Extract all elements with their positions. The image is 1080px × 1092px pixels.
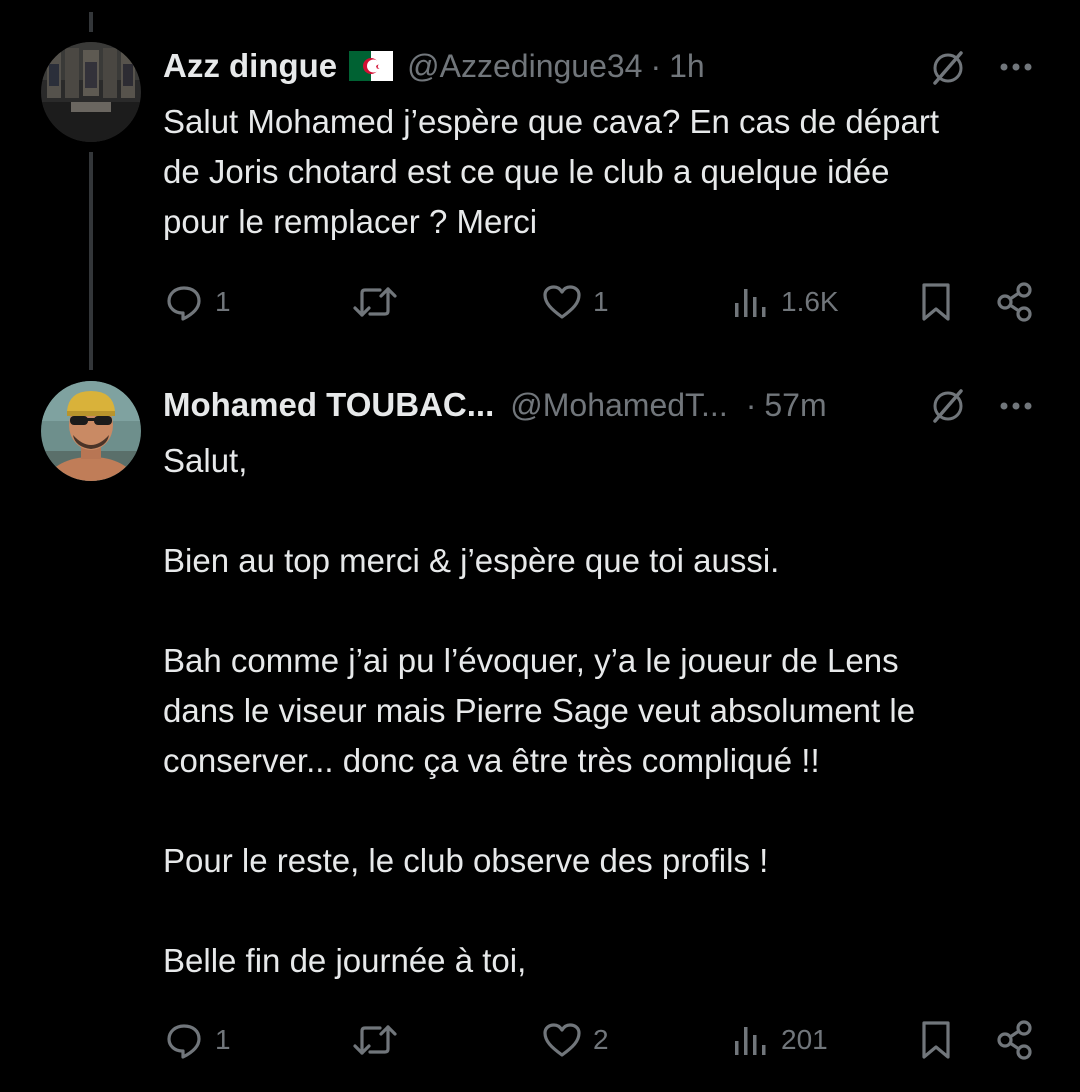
tweet-header: Azz dingue @Azzedingue34 · 1h [163,42,705,90]
handle[interactable]: @Azzedingue34 [407,48,642,85]
reply-button[interactable]: 1 [163,1018,231,1062]
reply-count: 1 [215,286,231,317]
views-button[interactable]: 1.6K [731,280,839,324]
timestamp[interactable]: 1h [669,48,705,85]
thread-line [89,152,93,370]
tweet-header: Mohamed TOUBAC... @MohamedT... · 57m [163,381,827,429]
bookmark-icon [916,1018,956,1062]
heart-icon [541,1019,583,1061]
handle[interactable]: @MohamedT... [510,387,727,424]
bookmark-button[interactable] [916,1018,956,1062]
like-count: 1 [593,286,609,317]
like-count: 2 [593,1024,609,1055]
views-count: 201 [781,1024,828,1055]
bookmark-button[interactable] [916,280,956,324]
locker-room-avatar [41,42,141,142]
retweet-button[interactable] [352,1018,408,1062]
like-button[interactable]: 2 [541,1018,609,1062]
grok-icon[interactable] [928,48,968,88]
views-count: 1.6K [781,286,839,317]
separator: · [745,386,757,423]
share-button[interactable] [994,280,1036,324]
retweet-icon [352,281,398,323]
person-with-cap-avatar [41,381,141,481]
retweet-button[interactable] [352,280,408,324]
thread-line-top [89,12,93,32]
reply-button[interactable]: 1 [163,280,231,324]
tweet-text: Salut, Bien au top merci & j’espère que … [163,442,916,979]
display-name[interactable]: Mohamed TOUBAC... [163,386,494,424]
share-icon [994,1018,1036,1062]
views-icon [731,1019,771,1061]
like-button[interactable]: 1 [541,280,609,324]
heart-icon [541,281,583,323]
separator: · [650,47,662,84]
share-button[interactable] [994,1018,1036,1062]
views-icon [731,281,771,323]
avatar[interactable] [41,42,141,142]
more-icon[interactable] [996,391,1036,421]
views-button[interactable]: 201 [731,1018,828,1062]
reply-icon [163,281,205,323]
grok-icon[interactable] [928,386,968,426]
tweet-text: Salut Mohamed j’espère que cava? En cas … [163,103,939,240]
avatar[interactable] [41,381,141,481]
retweet-icon [352,1019,398,1061]
bookmark-icon [916,280,956,324]
share-icon [994,280,1036,324]
display-name[interactable]: Azz dingue [163,47,337,85]
reply-count: 1 [215,1024,231,1055]
reply-icon [163,1019,205,1061]
more-icon[interactable] [996,52,1036,82]
algeria-flag-icon [349,51,394,81]
timestamp[interactable]: 57m [764,387,826,424]
